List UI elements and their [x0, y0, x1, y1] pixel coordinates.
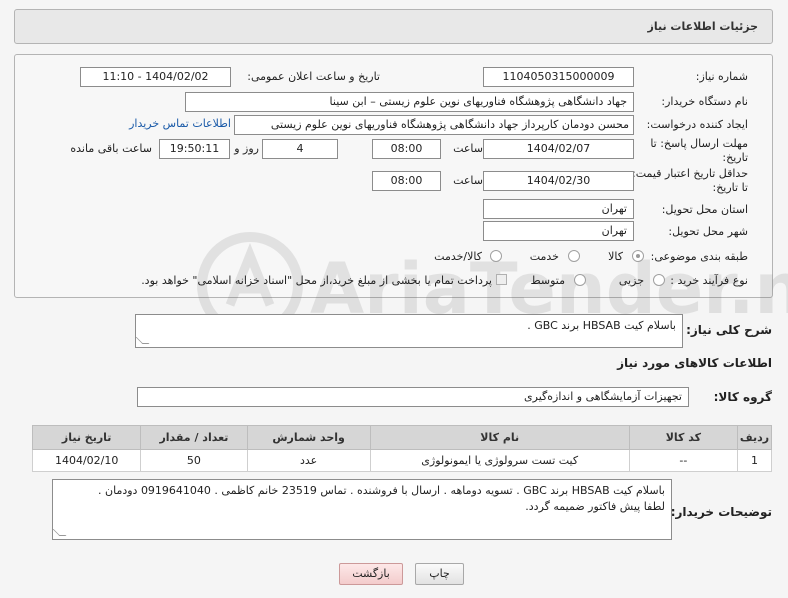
price-validity-time-label: ساعت	[453, 174, 483, 187]
province-label: استان محل تحویل:	[661, 203, 748, 216]
buyer-notes-textarea[interactable]: باسلام کیت HBSAB برند GBC . تسویه دوماهه…	[52, 479, 672, 540]
process-option-minor: جزیی	[618, 274, 644, 287]
category-radio-service[interactable]	[568, 250, 580, 262]
deadline-time-label: ساعت	[453, 142, 483, 155]
col-goods-name: نام کالا	[369, 425, 630, 450]
requester-label: ایجاد کننده درخواست:	[646, 118, 748, 131]
buyer-notes-line-1: باسلام کیت HBSAB برند GBC . تسویه دوماهه…	[98, 484, 665, 497]
treasury-payment-note: پرداخت تمام یا بخشی از مبلغ خرید،از محل …	[141, 274, 492, 287]
process-type-label: نوع فرآیند خرید :	[670, 274, 748, 287]
buyer-notes-line-2: لطفا پیش فاکتور ضمیمه گردد.	[525, 500, 665, 513]
goods-table: ردیف کد کالا نام کالا واحد شمارش تعداد /…	[31, 425, 772, 472]
requester-field[interactable]: محسن دودمان کارپرداز جهاد دانشگاهی پژوهش…	[234, 115, 634, 135]
price-validity-time-field[interactable]: 08:00	[372, 171, 441, 191]
cell-quantity: 50	[140, 449, 248, 472]
table-row[interactable]: 1 -- کیت تست سرولوژی یا ایمونولوژی عدد 5…	[31, 449, 772, 472]
need-number-label: شماره نیاز:	[695, 70, 748, 83]
price-validity-label: حداقل تاریخ اعتبار قیمت:	[632, 167, 748, 180]
buyer-notes-label: توضیحات خریدار:	[670, 505, 772, 519]
buyer-contact-link[interactable]: اطلاعات تماس خریدار	[129, 117, 231, 130]
category-label: طبقه بندی موضوعی:	[650, 250, 748, 263]
deadline-label: مهلت ارسال پاسخ: تا	[650, 137, 748, 150]
need-number-field[interactable]: 1104050315000009	[483, 67, 634, 87]
deadline-date-field[interactable]: 1404/02/07	[483, 139, 634, 159]
print-button[interactable]: چاپ	[415, 563, 464, 585]
city-label: شهر محل تحویل:	[668, 225, 748, 238]
price-validity-label-date: تا تاریخ:	[712, 181, 748, 194]
goods-section-title: اطلاعات کالاهای مورد نیاز	[617, 356, 772, 370]
resize-handle-icon[interactable]	[136, 337, 150, 344]
summary-textarea[interactable]: باسلام کیت HBSAB برند GBC .	[135, 314, 683, 348]
days-label: روز و	[234, 142, 259, 155]
province-field[interactable]: تهران	[483, 199, 634, 219]
summary-text: باسلام کیت HBSAB برند GBC .	[527, 319, 676, 332]
treasury-payment-checkbox[interactable]	[496, 274, 507, 285]
remaining-time-label: ساعت باقی مانده	[70, 142, 152, 155]
price-validity-date-field[interactable]: 1404/02/30	[483, 171, 634, 191]
process-radio-medium[interactable]	[574, 274, 586, 286]
cell-goods-name: کیت تست سرولوژی یا ایمونولوژی	[369, 449, 630, 472]
process-radio-minor[interactable]	[653, 274, 665, 286]
resize-handle-icon[interactable]	[53, 529, 67, 536]
cell-row-number: 1	[737, 449, 772, 472]
category-option-service: خدمت	[529, 250, 559, 263]
summary-label: شرح کلی نیاز:	[686, 323, 772, 337]
deadline-label-date: تاریخ:	[722, 151, 748, 164]
city-field[interactable]: تهران	[483, 221, 634, 241]
goods-group-label: گروه کالا:	[713, 390, 772, 404]
days-remaining-field[interactable]: 4	[262, 139, 338, 159]
goods-group-field[interactable]: تجهیزات آزمایشگاهی و اندازه‌گیری	[137, 387, 689, 407]
goods-table-header: ردیف کد کالا نام کالا واحد شمارش تعداد /…	[31, 425, 772, 450]
category-radio-goods-service[interactable]	[490, 250, 502, 262]
page-header: جزئیات اطلاعات نیاز	[14, 9, 773, 44]
back-button[interactable]: بازگشت	[339, 563, 403, 585]
col-quantity: تعداد / مقدار	[140, 425, 248, 450]
deadline-time-field[interactable]: 08:00	[372, 139, 441, 159]
buyer-org-field[interactable]: جهاد دانشگاهی پژوهشگاه فناوریهای نوین عل…	[185, 92, 634, 112]
cell-need-date: 1404/02/10	[31, 449, 142, 472]
col-row-number: ردیف	[737, 425, 772, 450]
announce-datetime-field[interactable]: 1404/02/02 - 11:10	[80, 67, 231, 87]
buyer-org-label: نام دستگاه خریدار:	[661, 95, 748, 108]
category-radio-goods[interactable]	[632, 250, 644, 262]
category-option-goods-service: کالا/خدمت	[434, 250, 482, 263]
col-goods-code: کد کالا	[628, 425, 739, 450]
remaining-time-field[interactable]: 19:50:11	[159, 139, 230, 159]
page-title: جزئیات اطلاعات نیاز	[647, 20, 759, 33]
announce-datetime-label: تاریخ و ساعت اعلان عمومی:	[247, 70, 380, 83]
cell-goods-code: --	[628, 449, 739, 472]
col-unit: واحد شمارش	[246, 425, 371, 450]
col-need-date: تاریخ نیاز	[31, 425, 142, 450]
cell-unit: عدد	[246, 449, 371, 472]
process-option-medium: متوسط	[530, 274, 565, 287]
category-option-goods: کالا	[608, 250, 623, 263]
